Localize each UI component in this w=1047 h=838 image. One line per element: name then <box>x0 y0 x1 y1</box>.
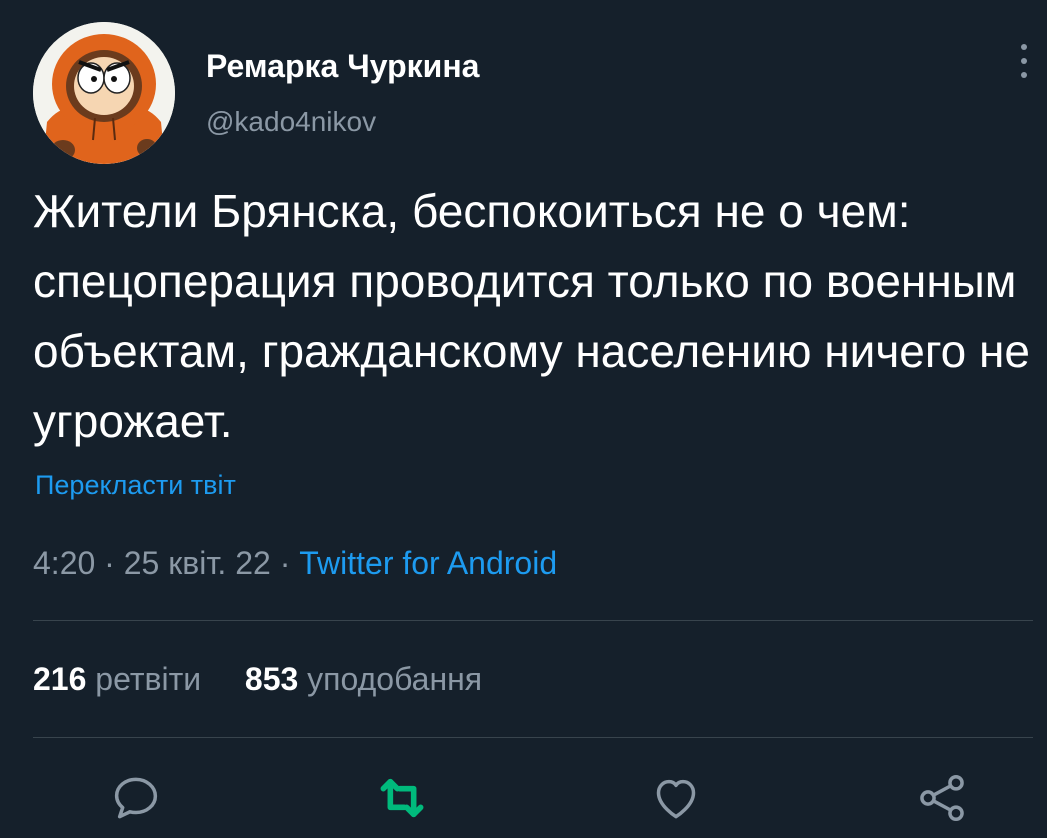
divider <box>33 620 1033 621</box>
likes-label: уподобання <box>307 661 483 697</box>
retweets-stat[interactable]: 216 ретвіти <box>33 661 210 697</box>
likes-stat[interactable]: 853 уподобання <box>245 661 482 697</box>
tweet-date[interactable]: 25 квіт. 22 <box>124 545 271 581</box>
reply-icon[interactable] <box>108 770 164 826</box>
likes-count: 853 <box>244 661 299 697</box>
tweet-source[interactable]: Twitter for Android <box>299 545 557 581</box>
tweet-time[interactable]: 4:20 <box>33 545 95 581</box>
meta-separator: · <box>279 545 291 581</box>
avatar[interactable] <box>33 22 175 164</box>
tweet-text: Жители Брянска, беспокоиться не о чем: с… <box>33 185 1030 447</box>
translate-tweet-link[interactable]: Перекласти твіт <box>35 470 236 501</box>
tweet-metadata: 4:20 · 25 квіт. 22 · Twitter for Android <box>33 545 557 582</box>
divider <box>33 737 1033 738</box>
more-options-icon[interactable] <box>1012 44 1036 84</box>
meta-separator: · <box>104 545 115 581</box>
retweets-count: 216 <box>33 661 87 697</box>
share-icon[interactable] <box>914 770 970 826</box>
author-handle[interactable]: @kado4nikov <box>206 106 376 138</box>
retweet-icon[interactable] <box>374 770 430 826</box>
author-name[interactable]: Ремарка Чуркина <box>206 48 479 85</box>
like-icon[interactable] <box>648 770 704 826</box>
tweet-stats: 216 ретвіти 853 уподобання <box>33 661 482 698</box>
tweet-actions <box>0 770 1047 830</box>
retweets-label: ретвіти <box>95 661 202 697</box>
avatar-image <box>33 22 175 164</box>
